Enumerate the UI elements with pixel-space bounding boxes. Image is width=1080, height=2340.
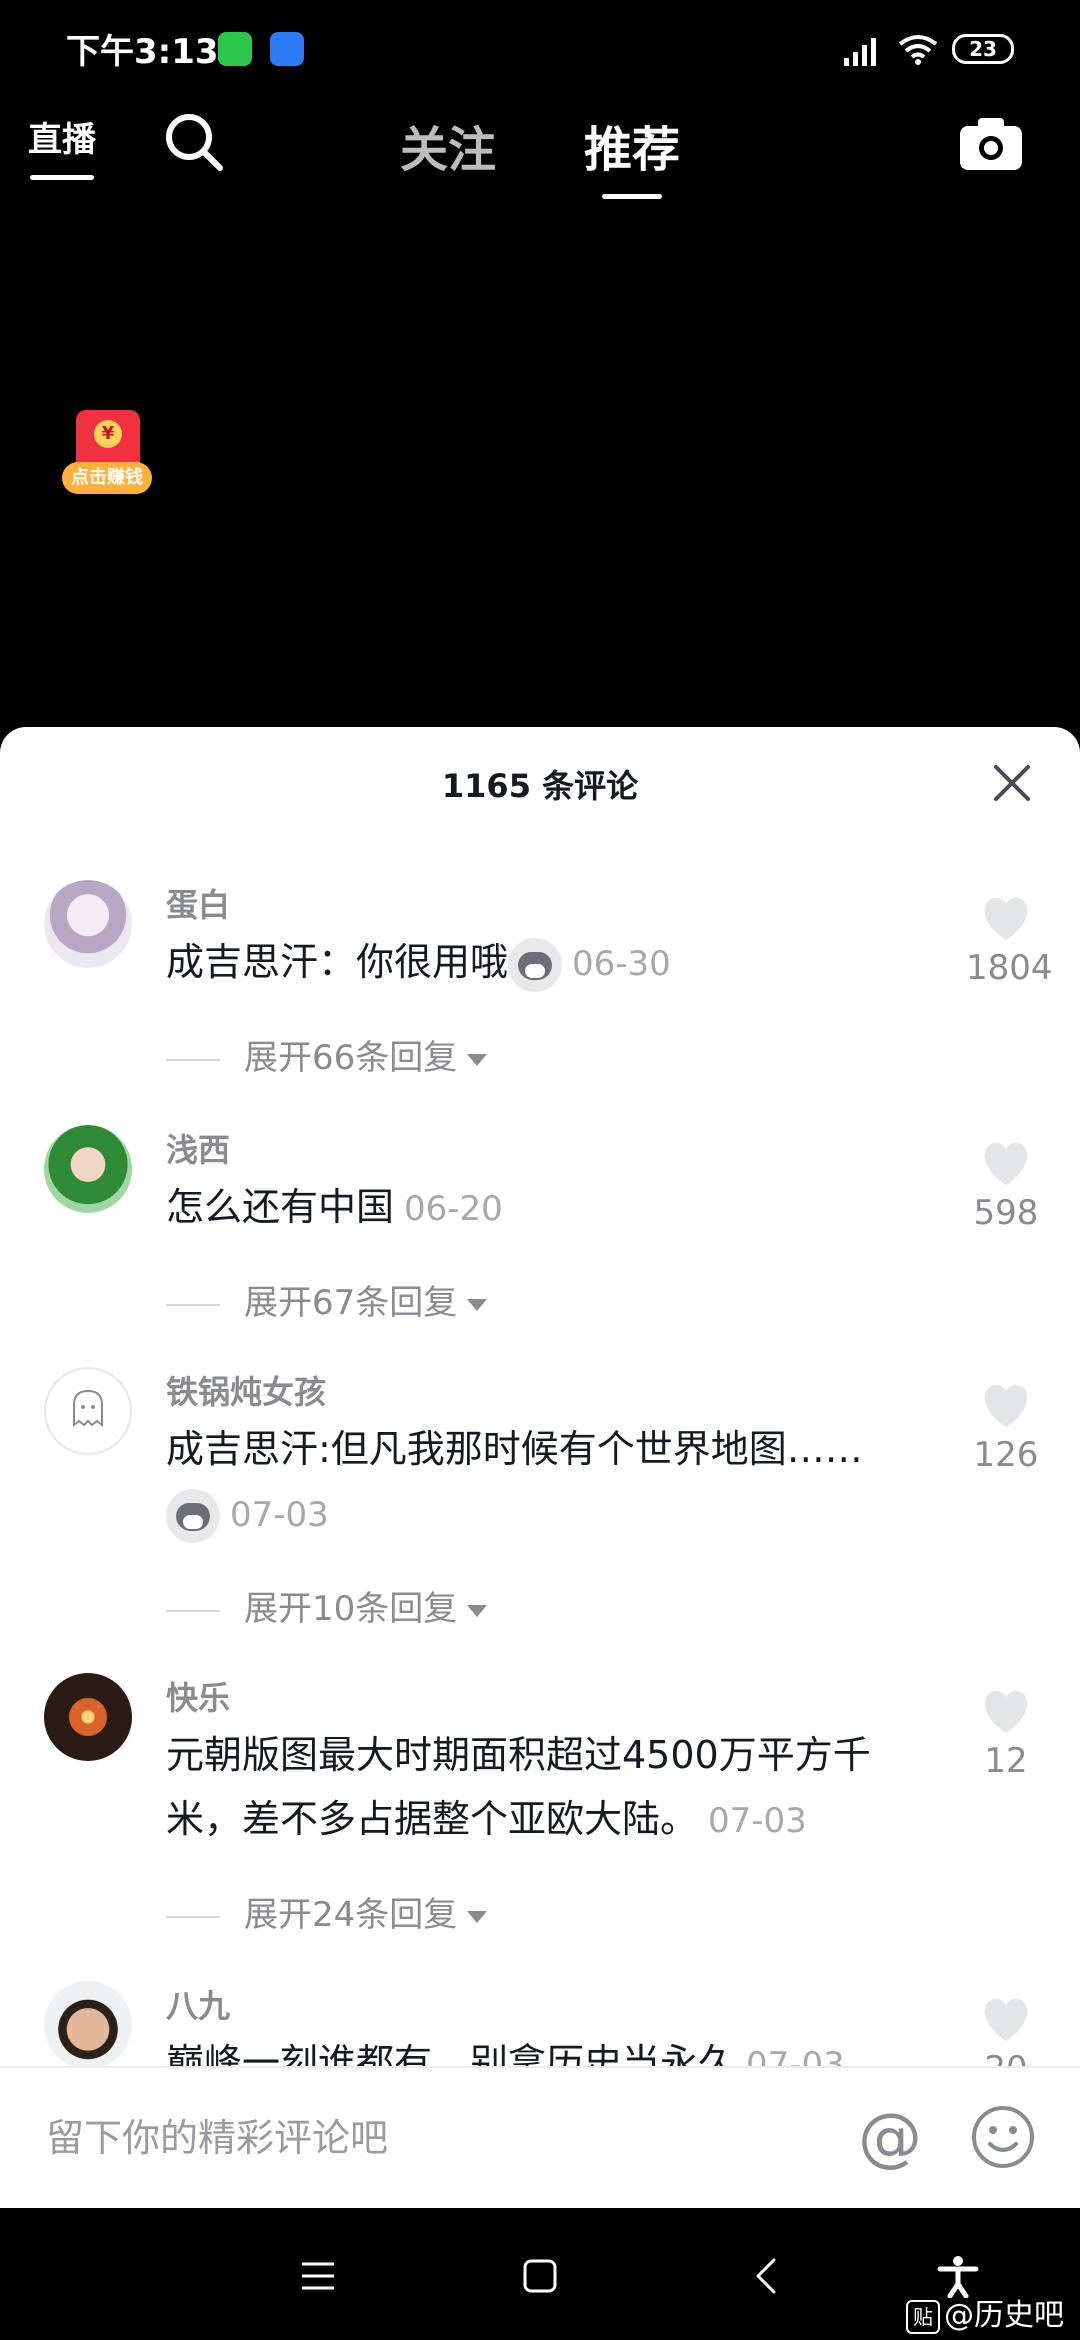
triangle-down-icon: [467, 1910, 488, 1923]
expand-replies[interactable]: 展开24条回复: [166, 1887, 488, 1936]
signal-icon: [844, 38, 876, 66]
status-time: 下午3:13: [66, 32, 219, 72]
like-button[interactable]: 126: [966, 1383, 1046, 1475]
expand-replies[interactable]: 展开67条回复: [166, 1275, 488, 1324]
comment-date: 07-03: [230, 1495, 329, 1535]
home-square-icon[interactable]: [518, 2254, 562, 2298]
like-button[interactable]: 1804: [966, 896, 1053, 988]
expand-replies[interactable]: 展开10条回复: [166, 1581, 488, 1630]
live-button[interactable]: 直播: [28, 110, 96, 180]
comment-date: 06-20: [404, 1189, 503, 1229]
dog-emoji-icon: [166, 1488, 220, 1543]
back-icon[interactable]: [746, 2254, 790, 2298]
comment-username[interactable]: 蛋白: [166, 880, 230, 926]
like-button[interactable]: 12: [966, 1689, 1046, 1781]
notes-app-icon: [270, 32, 304, 66]
expand-replies[interactable]: 展开66条回复: [166, 1030, 488, 1079]
avatar[interactable]: [44, 1673, 132, 1761]
watermark: 贴 @历史吧: [906, 2290, 1064, 2334]
comments-count-title: 1165 条评论: [441, 767, 639, 805]
wifi-icon: [898, 35, 938, 65]
menu-icon[interactable]: [296, 2254, 340, 2298]
like-count: 1804: [966, 948, 1053, 988]
heart-icon: [984, 1690, 1028, 1733]
ghost-icon: [73, 1389, 103, 1428]
watermark-text: @历史吧: [944, 2298, 1064, 2333]
tab-recommend[interactable]: 推荐: [584, 110, 680, 180]
comment-username[interactable]: 快乐: [166, 1673, 230, 1719]
comment-date: 07-03: [708, 1801, 807, 1841]
mention-at-icon[interactable]: @: [858, 2098, 922, 2178]
security-app-icon: [218, 32, 252, 66]
comment-username[interactable]: 八九: [166, 1981, 230, 2027]
active-tab-indicator: [602, 194, 662, 199]
like-count: 126: [973, 1435, 1039, 1475]
dog-emoji-icon: [508, 937, 563, 992]
close-icon[interactable]: [990, 761, 1034, 805]
comment-input-bar: @: [0, 2066, 1080, 2210]
avatar[interactable]: [44, 1367, 132, 1455]
comments-sheet: 1165 条评论 蛋白 成吉思汗：你很用哦 06-30 1804 展开66条回复 …: [0, 727, 1080, 2207]
triangle-down-icon: [467, 1604, 488, 1617]
avatar[interactable]: [44, 1125, 132, 1213]
like-count: 598: [973, 1193, 1039, 1233]
comment-input[interactable]: [44, 2102, 808, 2174]
triangle-down-icon: [467, 1298, 488, 1311]
comment-date: 06-30: [572, 944, 671, 984]
search-icon[interactable]: [162, 110, 226, 174]
heart-icon: [984, 897, 1028, 940]
status-bar: 下午3:13 23: [0, 0, 1080, 90]
avatar[interactable]: [44, 1981, 132, 2069]
tab-follow[interactable]: 关注: [400, 110, 496, 180]
earn-money-label: 点击赚钱: [62, 462, 152, 494]
comment-text[interactable]: 元朝版图最大时期面积超过4500万平方千米，差不多占据整个亚欧大陆。 07-03: [166, 1723, 936, 1853]
tieba-badge: 贴: [906, 2299, 940, 2334]
comment-text[interactable]: 怎么还有中国 06-20: [166, 1175, 936, 1241]
comment-text[interactable]: 成吉思汗：你很用哦 06-30: [166, 930, 936, 996]
heart-icon: [984, 1998, 1028, 2041]
comment-username[interactable]: 铁锅炖女孩: [166, 1367, 326, 1413]
battery-indicator: 23: [952, 34, 1014, 64]
triangle-down-icon: [467, 1053, 488, 1066]
camera-icon[interactable]: [958, 114, 1024, 172]
heart-icon: [984, 1384, 1028, 1427]
earn-money-red-packet[interactable]: ¥ 点击赚钱: [62, 410, 152, 500]
emoji-icon[interactable]: [970, 2104, 1036, 2170]
comment-text[interactable]: 成吉思汗:但凡我那时候有个世界地图…… 07-03: [166, 1417, 936, 1547]
like-count: 12: [984, 1741, 1028, 1781]
heart-icon: [984, 1142, 1028, 1185]
comment-username[interactable]: 浅西: [166, 1125, 230, 1171]
coin-icon: ¥: [94, 420, 122, 448]
like-button[interactable]: 598: [966, 1141, 1046, 1233]
top-nav: 直播 关注 推荐: [0, 100, 1080, 210]
avatar[interactable]: [44, 880, 132, 968]
